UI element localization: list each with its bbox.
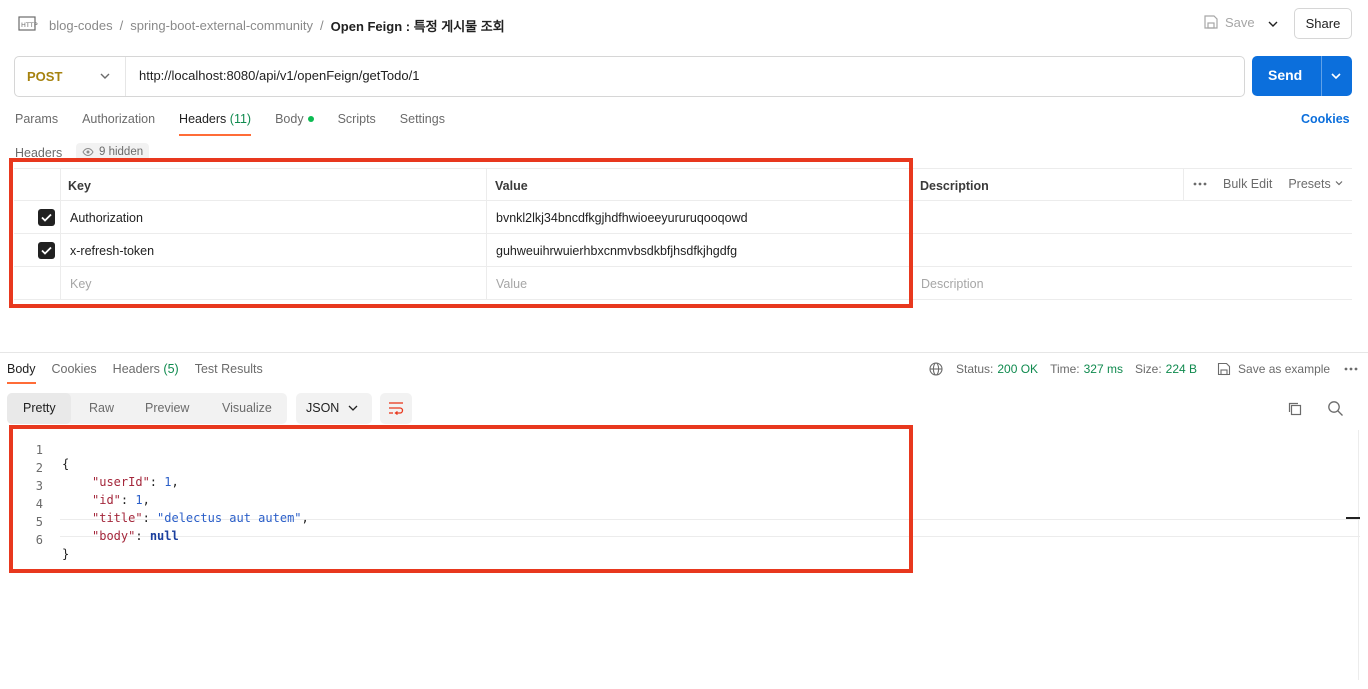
send-label: Send <box>1268 67 1303 83</box>
url-input[interactable]: http://localhost:8080/api/v1/openFeign/g… <box>139 68 419 83</box>
format-toggle: Pretty Raw Preview Visualize <box>7 393 287 424</box>
divider <box>125 57 126 96</box>
annotation-highlight-box <box>9 425 913 573</box>
search-icon[interactable] <box>1327 400 1344 417</box>
tab-response-body[interactable]: Body <box>7 362 36 384</box>
breadcrumb-request-title[interactable]: Open Feign : 특정 게시물 조회 <box>331 16 505 35</box>
chevron-down-icon <box>348 405 358 411</box>
column-divider <box>1183 168 1184 201</box>
save-icon <box>1217 362 1231 376</box>
response-meta: Status: 200 OK Time: 327 ms Size: 224 B … <box>929 362 1358 376</box>
request-tabs: Params Authorization Headers (11) Body S… <box>15 112 469 136</box>
send-button[interactable]: Send <box>1252 56 1352 96</box>
scrollbar-marker <box>1346 517 1360 519</box>
column-description: Description <box>920 179 989 193</box>
tab-headers[interactable]: Headers (11) <box>179 112 252 136</box>
save-label: Save <box>1225 14 1255 30</box>
method-select[interactable]: POST <box>27 69 62 84</box>
table-actions: Bulk Edit Presets <box>1193 177 1344 191</box>
status-label: Status: <box>956 362 994 376</box>
top-bar: HTTP blog-codes / spring-boot-external-c… <box>0 0 1368 48</box>
format-pretty[interactable]: Pretty <box>23 401 56 415</box>
tab-body[interactable]: Body <box>275 112 314 136</box>
url-bar: POST http://localhost:8080/api/v1/openFe… <box>14 56 1245 97</box>
http-request-icon: HTTP <box>18 16 38 31</box>
scrollbar[interactable] <box>1358 430 1359 680</box>
size-label: Size: <box>1134 362 1162 376</box>
save-icon <box>1204 15 1218 29</box>
language-select[interactable]: JSON <box>296 393 372 424</box>
chevron-down-icon <box>1335 181 1343 186</box>
wrap-lines-button[interactable] <box>380 393 412 424</box>
divider <box>0 352 1368 353</box>
language-label: JSON <box>306 401 340 415</box>
modified-dot-icon <box>307 116 314 122</box>
breadcrumb-workspace[interactable]: blog-codes <box>49 18 113 33</box>
presets-dropdown[interactable]: Presets <box>1288 177 1344 191</box>
more-horizontal-icon[interactable] <box>1344 367 1358 371</box>
svg-text:HTTP: HTTP <box>21 21 38 29</box>
presets-label: Presets <box>1288 177 1331 191</box>
eye-icon <box>82 147 94 157</box>
size-value[interactable]: 224 B <box>1166 362 1197 376</box>
tab-authorization[interactable]: Authorization <box>82 112 155 136</box>
time-label: Time: <box>1050 362 1080 376</box>
save-button[interactable]: Save <box>1203 14 1255 30</box>
tab-response-cookies[interactable]: Cookies <box>52 362 97 384</box>
tab-test-results[interactable]: Test Results <box>195 362 263 384</box>
new-description-input[interactable]: Description <box>921 277 984 291</box>
response-tabs: Body Cookies Headers (5) Test Results <box>7 362 279 384</box>
breadcrumb-separator: / <box>320 18 324 33</box>
format-raw[interactable]: Raw <box>89 401 114 415</box>
divider <box>1321 56 1322 96</box>
status-value[interactable]: 200 OK <box>997 362 1038 376</box>
format-preview[interactable]: Preview <box>145 401 189 415</box>
save-as-example-button[interactable]: Save as example <box>1238 362 1330 376</box>
tab-response-headers-count: (5) <box>163 362 179 376</box>
share-button[interactable]: Share <box>1294 8 1352 39</box>
breadcrumb: blog-codes / spring-boot-external-commun… <box>49 16 505 35</box>
wrap-lines-icon <box>389 402 404 416</box>
annotation-highlight-box <box>9 158 913 308</box>
more-horizontal-icon[interactable] <box>1193 182 1207 186</box>
tab-headers-label: Headers <box>179 112 227 126</box>
format-visualize[interactable]: Visualize <box>222 401 272 415</box>
globe-icon[interactable] <box>929 362 943 376</box>
tab-response-headers[interactable]: Headers (5) <box>113 362 179 384</box>
copy-icon[interactable] <box>1287 401 1303 417</box>
tab-response-headers-label: Headers <box>112 362 160 376</box>
breadcrumb-collection[interactable]: spring-boot-external-community <box>130 18 313 33</box>
chevron-down-icon[interactable] <box>1328 68 1344 84</box>
time-value[interactable]: 327 ms <box>1084 362 1123 376</box>
chevron-down-icon[interactable] <box>1264 15 1282 33</box>
tab-settings[interactable]: Settings <box>400 112 445 136</box>
cookies-link[interactable]: Cookies <box>1301 112 1350 126</box>
bulk-edit-button[interactable]: Bulk Edit <box>1223 177 1272 191</box>
tab-headers-count: (11) <box>229 112 252 126</box>
breadcrumb-separator: / <box>119 18 124 33</box>
chevron-down-icon[interactable] <box>97 68 113 84</box>
hidden-count-label: 9 hidden <box>99 146 144 158</box>
tab-scripts[interactable]: Scripts <box>338 112 376 136</box>
tab-params[interactable]: Params <box>15 112 58 136</box>
tab-body-label: Body <box>275 112 304 126</box>
